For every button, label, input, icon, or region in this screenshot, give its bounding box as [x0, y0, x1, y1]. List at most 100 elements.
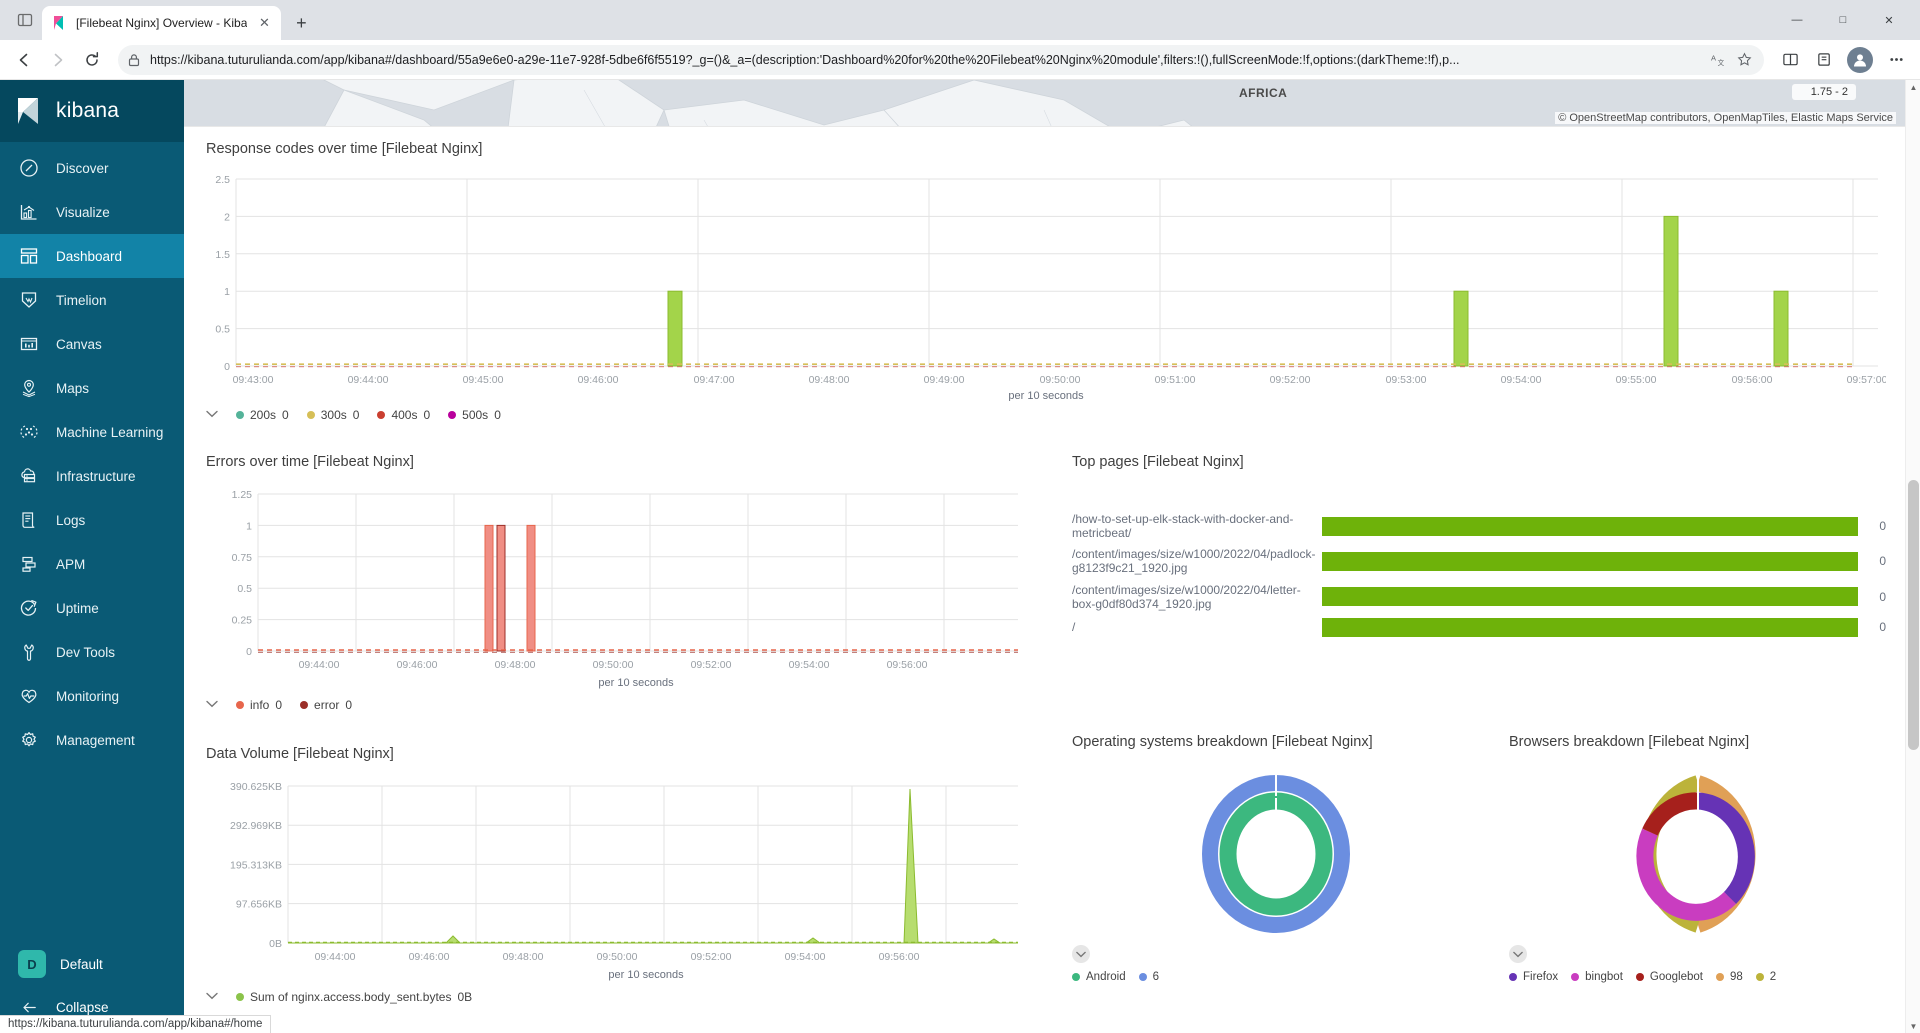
os-breakdown-donut[interactable] [1196, 772, 1356, 937]
kibana-brand[interactable]: kibana [0, 80, 184, 142]
top-page-label: / [1072, 620, 1076, 635]
url-text: https://kibana.tuturulianda.com/app/kiba… [150, 52, 1460, 67]
profile-avatar[interactable] [1847, 46, 1873, 73]
legend-item-200s[interactable]: 200s 0 [236, 408, 289, 422]
legend-value: 0 [275, 698, 283, 712]
back-icon[interactable] [8, 44, 40, 76]
favorite-star-icon[interactable] [1734, 50, 1754, 70]
chevron-down-icon[interactable] [206, 991, 218, 1003]
maximize-button[interactable]: □ [1820, 4, 1866, 36]
inner-ring [1635, 792, 1755, 921]
table-row[interactable]: / 0 [1072, 617, 1886, 637]
sidebar-item-uptime[interactable]: Uptime [0, 586, 184, 630]
legend-item-android[interactable]: Android [1072, 971, 1126, 983]
legend-dot [1072, 973, 1080, 981]
legend-label: 6 [1152, 971, 1160, 983]
scroll-up-arrow-icon[interactable]: ▲ [1906, 80, 1920, 94]
x-tick: 09:52:00 [691, 951, 732, 963]
top-page-bar-wrap [1322, 617, 1858, 637]
x-tick: 09:48:00 [495, 659, 536, 671]
browser-tab[interactable]: [Filebeat Nginx] Overview - Kiba ✕ [42, 6, 282, 40]
table-row[interactable]: /content/images/size/w1000/2022/04/padlo… [1072, 547, 1886, 575]
x-tick: 09:46:00 [578, 374, 619, 386]
top-page-bar [1322, 617, 1858, 637]
sidebar-item-apm[interactable]: APM [0, 542, 184, 586]
sidebar-item-monitoring[interactable]: Monitoring [0, 674, 184, 718]
legend-item-firefox[interactable]: Firefox [1509, 971, 1558, 983]
tab-search-icon[interactable] [8, 3, 42, 37]
legend-item-body-sent-bytes[interactable]: Sum of nginx.access.body_sent.bytes 0B [236, 990, 472, 1004]
machine-learning-icon [18, 421, 40, 443]
errors-chart[interactable]: 1.25 1 0.75 0.5 0.25 0 09:44:00 09:46:00… [206, 486, 1026, 691]
legend-item-info[interactable]: info 0 [236, 698, 282, 712]
sidebar-item-discover[interactable]: Discover [0, 146, 184, 190]
reload-icon[interactable] [76, 44, 108, 76]
sidebar-item-maps[interactable]: Maps [0, 366, 184, 410]
sidebar-item-dev-tools[interactable]: Dev Tools [0, 630, 184, 674]
sidebar-item-canvas[interactable]: Canvas [0, 322, 184, 366]
browser-toolbar: https://kibana.tuturulianda.com/app/kiba… [0, 40, 1920, 80]
sidebar-item-visualize[interactable]: Visualize [0, 190, 184, 234]
sidebar-item-timelion[interactable]: Timelion [0, 278, 184, 322]
x-tick: 09:54:00 [789, 659, 830, 671]
legend-item-300s[interactable]: 300s 0 [306, 408, 359, 422]
top-page-label: /content/images/size/w1000/2022/04/lette… [1072, 582, 1301, 611]
y-tick: 195.313KB [230, 859, 282, 871]
legend-label: 98 [1729, 971, 1743, 983]
space-selector[interactable]: D Default [0, 941, 184, 987]
x-tick: 09:50:00 [593, 659, 634, 671]
sidebar-item-management[interactable]: Management [0, 718, 184, 762]
map-panel[interactable]: AFRICA 1.75 - 2 © OpenStreetMap contribu… [184, 80, 1920, 127]
scrollbar-thumb[interactable] [1908, 480, 1919, 750]
chevron-down-icon[interactable] [206, 409, 218, 421]
legend-dot [1138, 973, 1147, 981]
legend-item-version-6[interactable]: 6 [1138, 971, 1160, 983]
scroll-down-arrow-icon[interactable]: ▼ [1906, 1019, 1920, 1033]
x-tick: 09:56:00 [879, 951, 920, 963]
y-tick: 0B [269, 938, 282, 950]
legend-item-bingbot[interactable]: bingbot [1571, 971, 1623, 983]
chevron-down-icon[interactable] [1072, 945, 1090, 963]
chevron-down-icon[interactable] [206, 699, 218, 711]
split-screen-icon[interactable] [1774, 44, 1806, 76]
x-tick: 09:53:00 [1386, 374, 1427, 386]
legend-label: error [314, 698, 340, 712]
y-tick: 292.969KB [230, 820, 282, 832]
forward-icon[interactable] [42, 44, 74, 76]
tab-title: [Filebeat Nginx] Overview - Kiba [76, 16, 248, 30]
sidebar-item-dashboard[interactable]: Dashboard [0, 234, 184, 278]
chevron-down-icon[interactable] [1509, 945, 1527, 963]
legend-item-2[interactable]: 2 [1755, 971, 1776, 983]
sidebar-item-machine-learning[interactable]: Machine Learning [0, 410, 184, 454]
close-icon[interactable]: ✕ [255, 14, 273, 32]
panel-title: Browsers breakdown [Filebeat Nginx] [1509, 734, 1750, 750]
settings-menu-icon[interactable] [1880, 44, 1912, 76]
x-tick: 09:49:00 [924, 374, 965, 386]
legend-item-googlebot[interactable]: Googlebot [1635, 971, 1703, 983]
y-tick: 97.656KB [236, 899, 282, 911]
browsers-breakdown-legend: Firefox bingbot Googlebot 98 2 [1509, 971, 1776, 983]
legend-dot [236, 993, 244, 1001]
data-volume-chart[interactable]: 390.625KB 292.969KB 195.313KB 97.656KB 0… [206, 778, 1026, 983]
response-codes-chart[interactable]: 2.5 2 1.5 1 0.5 0 09:43:00 09:44:00 09:4… [206, 171, 1887, 402]
legend-item-500s[interactable]: 500s 0 [448, 408, 501, 422]
sidebar-item-logs[interactable]: Logs [0, 498, 184, 542]
collections-icon[interactable] [1808, 44, 1840, 76]
minimize-button[interactable]: — [1774, 4, 1820, 36]
y-tick: 0 [224, 361, 230, 373]
legend-item-error[interactable]: error 0 [300, 698, 352, 712]
legend-item-98[interactable]: 98 [1715, 971, 1743, 983]
address-bar[interactable]: https://kibana.tuturulianda.com/app/kiba… [118, 44, 1764, 75]
sidebar-item-infrastructure[interactable]: Infrastructure [0, 454, 184, 498]
browsers-breakdown-donut[interactable] [1618, 772, 1778, 937]
sidebar-item-label: Discover [56, 160, 109, 176]
legend-item-400s[interactable]: 400s 0 [377, 408, 430, 422]
space-initial-badge: D [18, 950, 46, 978]
translate-icon[interactable]: A文 [1708, 50, 1728, 70]
table-row[interactable]: /content/images/size/w1000/2022/04/lette… [1072, 583, 1886, 611]
vertical-scrollbar[interactable]: ▲ ▼ [1905, 80, 1920, 1033]
window-close-button[interactable]: ✕ [1866, 4, 1912, 36]
table-row[interactable]: /how-to-set-up-elk-stack-with-docker-and… [1072, 512, 1886, 540]
x-tick: 09:44:00 [348, 374, 389, 386]
new-tab-button[interactable]: + [287, 9, 315, 37]
